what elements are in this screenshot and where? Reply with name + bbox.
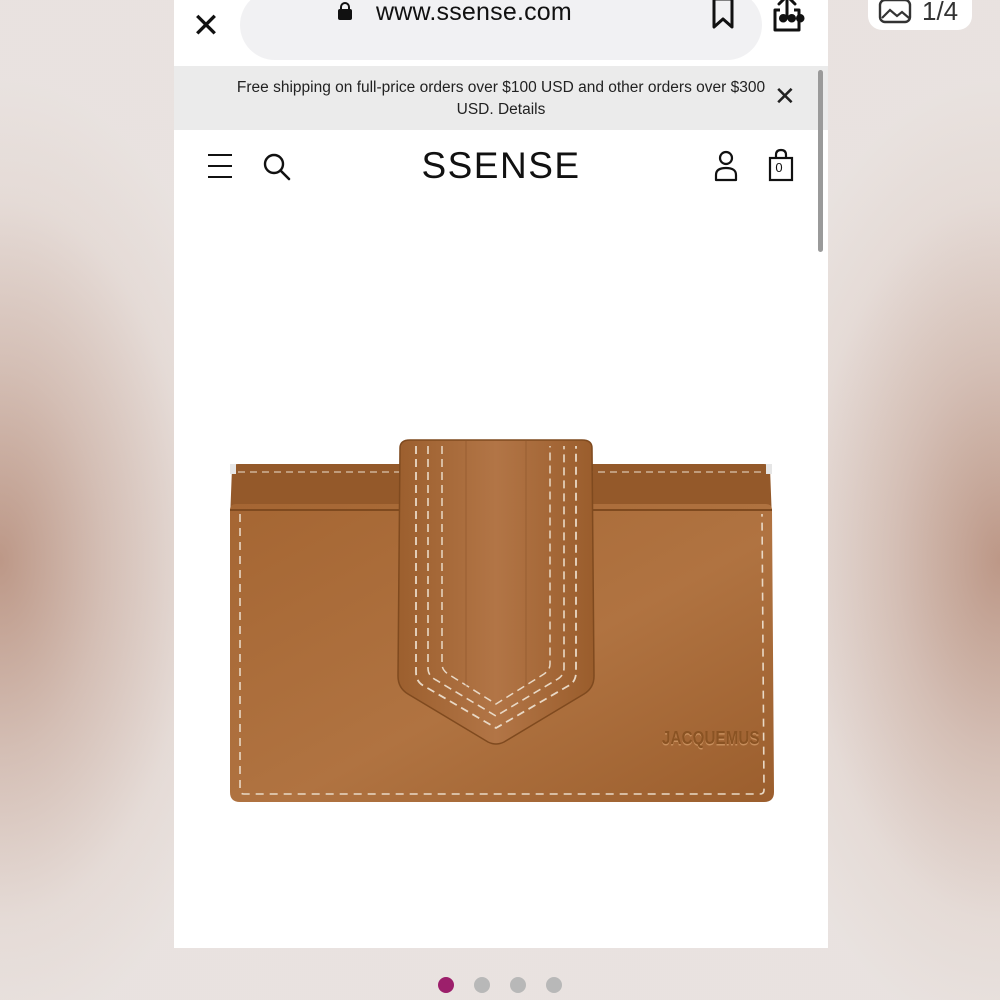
photo-counter-text: 1/4 bbox=[922, 0, 959, 26]
address-bar[interactable]: www.ssense.com bbox=[240, 0, 801, 60]
more-dots-icon[interactable]: ••• bbox=[778, 4, 805, 34]
cardholder-illustration bbox=[230, 439, 774, 802]
bookmark-icon[interactable] bbox=[710, 0, 736, 30]
photo-counter[interactable]: 1/4 bbox=[868, 0, 972, 30]
carousel-dot[interactable] bbox=[438, 977, 454, 993]
gallery-icon bbox=[878, 0, 912, 24]
bag-count: 0 bbox=[775, 160, 783, 175]
lock-icon bbox=[338, 2, 352, 20]
url-text[interactable]: www.ssense.com bbox=[376, 0, 572, 27]
leather-cardholder-image[interactable]: JACQUEMUS bbox=[214, 420, 794, 820]
browser-toolbar: ✕ www.ssense.com ••• bbox=[174, 0, 828, 66]
carousel-dot[interactable] bbox=[510, 977, 526, 993]
promo-banner: Free shipping on full-price orders over … bbox=[174, 66, 828, 130]
promo-close-icon[interactable]: ✕ bbox=[774, 82, 796, 112]
site-header: SSENSE 0 bbox=[174, 130, 828, 202]
carousel-dot[interactable] bbox=[474, 977, 490, 993]
phone-screen: ✕ www.ssense.com ••• Free shipping on fu… bbox=[174, 0, 828, 948]
carousel-dot[interactable] bbox=[546, 977, 562, 993]
account-icon[interactable] bbox=[714, 150, 738, 182]
brand-emboss: JACQUEMUS bbox=[662, 727, 760, 750]
promo-text: Free shipping on full-price orders over … bbox=[236, 79, 766, 118]
shopping-bag-icon[interactable]: 0 bbox=[768, 148, 794, 182]
close-icon[interactable]: ✕ bbox=[186, 4, 226, 48]
